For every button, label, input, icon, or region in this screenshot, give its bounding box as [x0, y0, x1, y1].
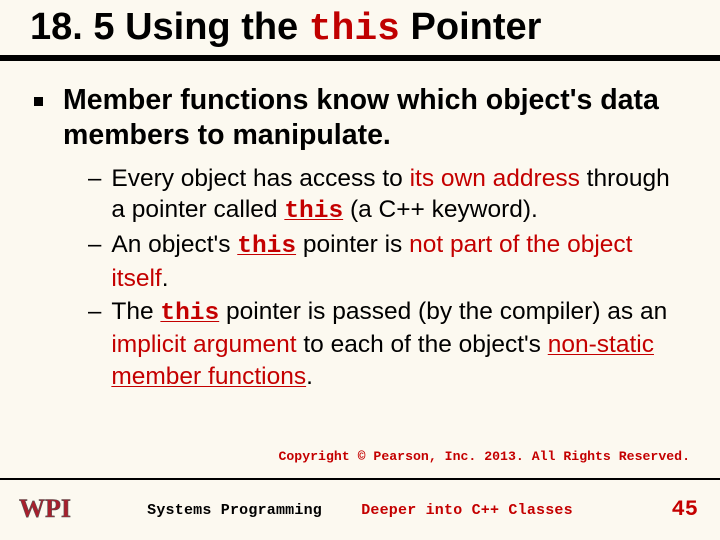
slide: 18. 5 Using the this Pointer Member func…	[0, 0, 720, 540]
footer-bar: WPI Systems Programming Deeper into C++ …	[0, 480, 720, 540]
title-post: Pointer	[400, 6, 541, 48]
sub-text-2: An object's this pointer is not part of …	[111, 229, 686, 294]
title-bar: 18. 5 Using the this Pointer	[0, 0, 720, 55]
t: The	[111, 298, 160, 325]
emph: implicit argument	[111, 331, 296, 358]
this-keyword: this	[160, 300, 219, 327]
emph: its own address	[410, 165, 580, 192]
footer-center: Systems Programming Deeper into C++ Clas…	[0, 502, 720, 519]
sub-text-3: The this pointer is passed (by the compi…	[111, 296, 686, 392]
list-item: – An object's this pointer is not part o…	[88, 229, 686, 294]
square-bullet-icon	[34, 97, 43, 106]
wpi-logo: WPI	[16, 491, 86, 525]
lead-text: Member functions know which object's dat…	[63, 83, 686, 153]
footer-left-text: Systems Programming	[147, 502, 322, 519]
this-keyword: this	[284, 198, 343, 225]
list-item: – The this pointer is passed (by the com…	[88, 296, 686, 392]
t: to each of the object's	[297, 331, 548, 358]
dash-icon: –	[88, 229, 101, 260]
t: .	[162, 265, 169, 292]
t: pointer is passed (by the compiler) as a…	[219, 298, 667, 325]
this-keyword: this	[237, 233, 296, 260]
slide-title: 18. 5 Using the this Pointer	[30, 6, 690, 51]
title-keyword: this	[309, 8, 400, 51]
t: An object's	[111, 231, 237, 258]
lead-bullet: Member functions know which object's dat…	[34, 83, 686, 153]
footer-right-text: Deeper into C++ Classes	[361, 502, 573, 519]
dash-icon: –	[88, 163, 101, 194]
page-number: 45	[672, 497, 698, 522]
dash-icon: –	[88, 296, 101, 327]
list-item: – Every object has access to its own add…	[88, 163, 686, 228]
copyright-notice: Copyright © Pearson, Inc. 2013. All Righ…	[278, 449, 690, 464]
content-area: Member functions know which object's dat…	[0, 61, 720, 392]
sub-list: – Every object has access to its own add…	[88, 163, 686, 393]
t: Every object has access to	[111, 165, 409, 192]
svg-text:WPI: WPI	[19, 494, 71, 523]
t: (a C++ keyword).	[343, 196, 538, 223]
title-pre: 18. 5 Using the	[30, 6, 309, 48]
t: pointer is	[296, 231, 409, 258]
sub-text-1: Every object has access to its own addre…	[111, 163, 686, 228]
t: .	[306, 363, 313, 390]
